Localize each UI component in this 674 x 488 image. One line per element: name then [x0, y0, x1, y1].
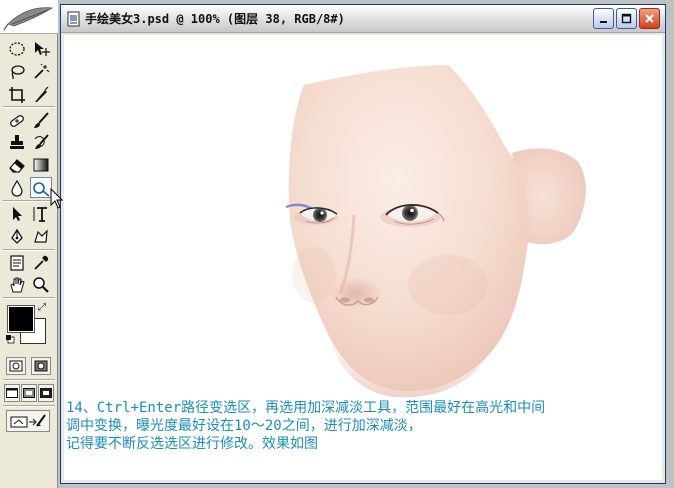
psd-file-icon [67, 11, 80, 27]
pen-tool-icon[interactable] [6, 226, 28, 247]
caption-line-3: 记得要不断反选选区进行修改。效果如图 [66, 436, 318, 452]
path-selection-icon[interactable] [6, 203, 28, 224]
magic-wand-icon[interactable] [30, 61, 52, 82]
hand-tool-icon[interactable] [6, 274, 28, 295]
foreground-color-swatch[interactable] [7, 305, 35, 333]
imageready-icon [10, 414, 46, 428]
toolbox: ⤢ [0, 0, 58, 488]
swap-colors-icon[interactable]: ⤢ [38, 302, 50, 314]
healing-brush-icon[interactable] [6, 110, 28, 131]
brush-tool-icon[interactable] [30, 110, 52, 131]
screen-mode-full-button[interactable] [38, 384, 54, 402]
standard-mode-icon [9, 360, 23, 372]
toolbox-divider [3, 297, 55, 299]
screen-mode-full-menu-icon [23, 388, 35, 398]
caption-line-1: 14、Ctrl+Enter路径变选区，再选用加深减淡工具，范围最好在高光和中间 [66, 400, 546, 416]
maximize-button[interactable] [616, 8, 637, 29]
caption-line-2: 调中变换，曝光度最好设在10～20之间，进行加深减淡， [66, 418, 422, 434]
close-button[interactable] [639, 8, 660, 29]
type-tool-icon[interactable] [30, 203, 52, 224]
notes-tool-icon[interactable] [6, 252, 28, 273]
blur-tool-icon[interactable] [6, 177, 28, 198]
custom-shape-icon[interactable] [30, 226, 52, 247]
quick-mask-mode-button[interactable] [31, 357, 51, 375]
minimize-icon [600, 21, 607, 23]
minimize-button[interactable] [593, 8, 614, 29]
image-canvas[interactable]: 14、Ctrl+Enter路径变选区，再选用加深减淡工具，范围最好在高光和中间 … [64, 35, 662, 480]
document-title: 手绘美女3.psd @ 100% (图层 38, RGB/8#) [85, 12, 345, 26]
toolbox-header [0, 0, 58, 34]
jump-to-imageready-button[interactable] [6, 410, 50, 432]
clone-stamp-icon[interactable] [6, 132, 28, 153]
crop-tool-icon[interactable] [6, 84, 28, 105]
quick-mask-icon [34, 360, 48, 372]
close-icon [645, 14, 654, 23]
document-titlebar[interactable]: 手绘美女3.psd @ 100% (图层 38, RGB/8#) [61, 5, 665, 33]
toolbox-divider [3, 200, 55, 202]
slice-tool-icon[interactable] [30, 84, 52, 105]
dodge-tool-icon[interactable] [30, 177, 52, 198]
tutorial-caption: 14、Ctrl+Enter路径变选区，再选用加深减淡工具，范围最好在高光和中间 … [66, 399, 660, 453]
lasso-tool-icon[interactable] [6, 61, 28, 82]
screen-mode-full-icon [40, 388, 52, 398]
default-colors-icon[interactable] [5, 334, 15, 344]
move-tool-icon[interactable] [30, 38, 52, 59]
toolbox-divider [3, 405, 55, 407]
toolbox-divider [3, 249, 55, 251]
standard-mode-button[interactable] [6, 357, 26, 375]
photoshop-feather-logo [3, 7, 54, 31]
maximize-icon [621, 13, 632, 24]
eyedropper-icon[interactable] [30, 252, 52, 273]
screen-mode-standard-button[interactable] [4, 384, 20, 402]
document-window: 手绘美女3.psd @ 100% (图层 38, RGB/8#) 14、Ctrl… [60, 4, 666, 484]
screen-mode-full-menu-button[interactable] [21, 384, 37, 402]
zoom-tool-icon[interactable] [30, 274, 52, 295]
screen-mode-standard-icon [6, 388, 18, 398]
eraser-tool-icon[interactable] [6, 154, 28, 175]
marquee-tool-icon[interactable] [6, 38, 28, 59]
gradient-tool-icon[interactable] [30, 154, 52, 175]
toolbox-divider [3, 106, 55, 108]
mouse-pointer-icon [50, 188, 64, 209]
history-brush-icon[interactable] [30, 132, 52, 153]
toolbox-divider [3, 379, 55, 381]
